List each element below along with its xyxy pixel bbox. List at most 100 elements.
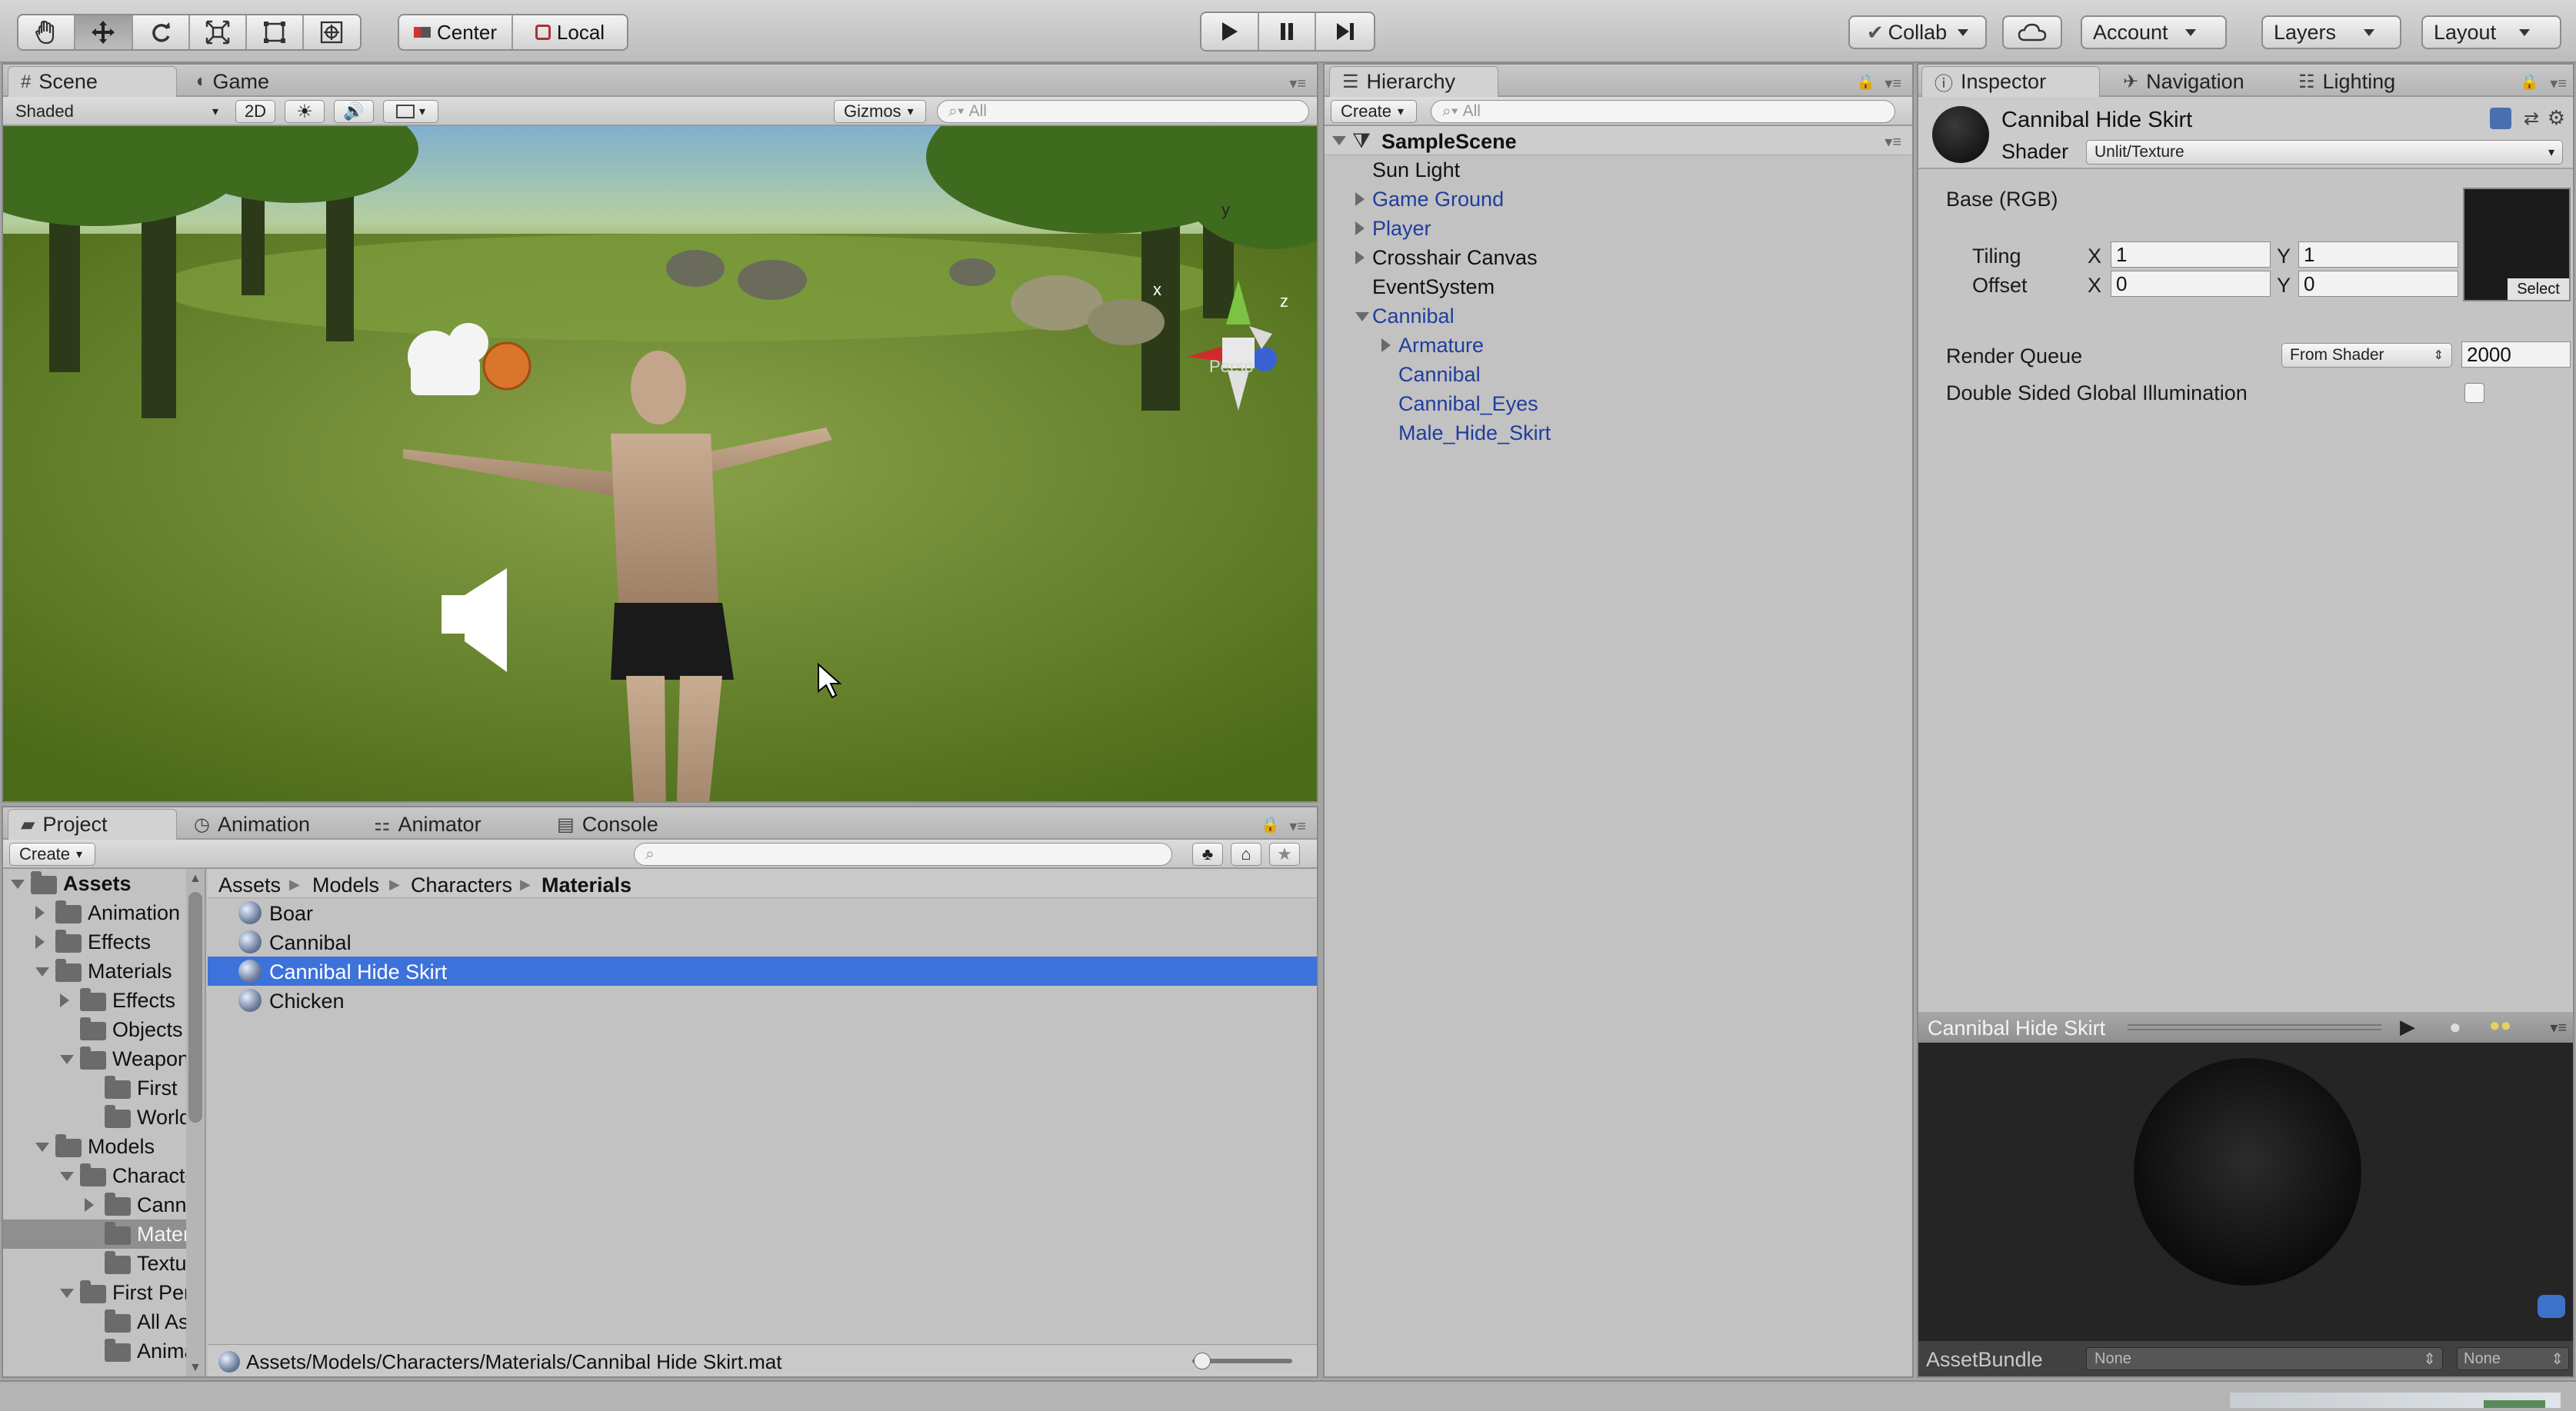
- breadcrumb-characters[interactable]: Characters: [411, 874, 512, 897]
- project-tree-item[interactable]: Effects: [3, 927, 186, 957]
- tab-console[interactable]: ▤ Console: [545, 809, 721, 840]
- scale-tool-icon[interactable]: [190, 15, 248, 49]
- layout-dropdown[interactable]: Layout: [2421, 15, 2561, 49]
- offset-y-field[interactable]: 0: [2298, 271, 2458, 297]
- texture-slot[interactable]: Select: [2463, 188, 2571, 301]
- project-tree-item[interactable]: Objects: [3, 1015, 186, 1044]
- scene-expand-arrow[interactable]: [1332, 136, 1346, 145]
- account-dropdown[interactable]: Account: [2081, 15, 2227, 49]
- project-tree-item[interactable]: Models: [3, 1132, 186, 1161]
- tree-scroll-down-icon[interactable]: ▼: [189, 1361, 202, 1375]
- favorites-button[interactable]: ★: [1269, 843, 1300, 866]
- transform-tool-icon[interactable]: [304, 15, 360, 49]
- hierarchy-row[interactable]: EventSystem: [1325, 272, 1912, 301]
- hierarchy-lock-icon[interactable]: 🔒: [1856, 72, 1875, 92]
- rotate-tool-icon[interactable]: [133, 15, 190, 49]
- texture-select-button[interactable]: Select: [2508, 278, 2569, 300]
- icon-size-slider-thumb[interactable]: [1194, 1353, 1211, 1369]
- scene-options-icon[interactable]: ▾≡: [1885, 132, 1901, 151]
- cloud-button[interactable]: [2002, 15, 2062, 49]
- hierarchy-row[interactable]: Male_Hide_Skirt: [1325, 418, 1912, 448]
- project-search-input[interactable]: ⌕: [634, 843, 1172, 866]
- gizmos-dropdown[interactable]: Gizmos ▾: [834, 100, 926, 123]
- tree-scrollbar[interactable]: ▲ ▼: [186, 869, 205, 1376]
- assetbundle-name-dropdown[interactable]: None ⇕: [2086, 1347, 2443, 1370]
- scene-panel-menu-icon[interactable]: ▾≡: [1289, 74, 1306, 93]
- tiling-y-field[interactable]: 1: [2298, 241, 2458, 268]
- expand-arrow-icon[interactable]: [35, 906, 45, 920]
- hierarchy-create-dropdown[interactable]: Create ▾: [1331, 100, 1417, 123]
- expand-arrow-icon[interactable]: [35, 967, 49, 977]
- shader-dropdown[interactable]: Unlit/Texture ▾: [2086, 140, 2563, 165]
- asset-label-tag-icon[interactable]: [2538, 1295, 2565, 1318]
- preview-menu-icon[interactable]: ▾≡: [2550, 1018, 2567, 1037]
- render-queue-mode-dropdown[interactable]: From Shader ⇕: [2281, 343, 2452, 368]
- project-lock-icon[interactable]: 🔒: [1261, 815, 1280, 834]
- hierarchy-row[interactable]: Cannibal_Eyes: [1325, 389, 1912, 418]
- scene-effects-dropdown[interactable]: ▾: [383, 100, 438, 123]
- hierarchy-row[interactable]: Game Ground: [1325, 185, 1912, 214]
- hierarchy-row[interactable]: Cannibal: [1325, 360, 1912, 389]
- project-tree-item[interactable]: First: [3, 1073, 186, 1103]
- material-preset-icon[interactable]: ⇄: [2524, 108, 2539, 130]
- hierarchy-search-input[interactable]: ⌕▾ All: [1431, 100, 1895, 123]
- tab-lighting[interactable]: ☷ Lighting: [2286, 66, 2440, 97]
- project-tree-item[interactable]: Animations: [3, 1336, 186, 1366]
- material-preview-area[interactable]: [1918, 1043, 2573, 1341]
- play-button[interactable]: [1201, 13, 1259, 50]
- preview-sphere-icon[interactable]: ●: [2449, 1015, 2461, 1039]
- inspector-lock-icon[interactable]: 🔒: [2520, 72, 2539, 92]
- project-tree-item[interactable]: Animation: [3, 898, 186, 927]
- project-tree-item[interactable]: First Person: [3, 1278, 186, 1307]
- scene-search-input[interactable]: ⌕▾ All: [937, 100, 1309, 123]
- project-tree-item[interactable]: Assets: [3, 869, 186, 898]
- hierarchy-menu-icon[interactable]: ▾≡: [1885, 74, 1901, 93]
- project-file-item[interactable]: Boar: [208, 898, 1317, 927]
- pause-button[interactable]: [1259, 13, 1317, 50]
- project-tree-item[interactable]: Materials: [3, 1220, 186, 1249]
- scene-header-row[interactable]: ⧩ SampleScene ▾≡: [1325, 126, 1912, 155]
- project-create-dropdown[interactable]: Create ▾: [9, 843, 95, 866]
- scene-lighting-toggle[interactable]: ☀: [285, 100, 325, 123]
- material-gear-icon[interactable]: ⚙: [2548, 106, 2565, 130]
- breadcrumb-materials[interactable]: Materials: [542, 874, 632, 897]
- search-by-label-button[interactable]: ⌂: [1231, 843, 1261, 866]
- preview-light-icon[interactable]: ●●: [2489, 1015, 2511, 1037]
- material-book-icon[interactable]: [2490, 108, 2511, 129]
- tree-scroll-up-icon[interactable]: ▲: [189, 872, 202, 886]
- hierarchy-row[interactable]: Sun Light: [1325, 155, 1912, 185]
- project-tree-item[interactable]: Effects: [3, 986, 186, 1015]
- hierarchy-row[interactable]: Player: [1325, 214, 1912, 243]
- expand-arrow-icon[interactable]: [1355, 192, 1365, 206]
- pivot-center-button[interactable]: Center: [399, 15, 514, 49]
- assetbundle-variant-dropdown[interactable]: None ⇕: [2457, 1347, 2569, 1370]
- scene-viewport[interactable]: y x z Persp: [3, 126, 1317, 801]
- project-tree-item[interactable]: Weapons: [3, 1044, 186, 1073]
- double-sided-gi-checkbox[interactable]: [2464, 383, 2484, 403]
- tab-inspector[interactable]: ⓘ Inspector: [1921, 66, 2100, 97]
- tab-animation[interactable]: ◷ Animation: [182, 809, 358, 840]
- move-tool-icon[interactable]: [75, 15, 133, 49]
- expand-arrow-icon[interactable]: [11, 880, 25, 889]
- expand-arrow-icon[interactable]: [35, 935, 45, 949]
- hierarchy-row[interactable]: Cannibal: [1325, 301, 1912, 331]
- breadcrumb-models[interactable]: Models: [312, 874, 379, 897]
- tree-scroll-thumb[interactable]: [188, 892, 202, 1123]
- pivot-local-button[interactable]: Local: [513, 15, 627, 49]
- collab-dropdown[interactable]: ✔ Collab: [1848, 15, 1987, 49]
- search-by-type-button[interactable]: ♣: [1192, 843, 1223, 866]
- expand-arrow-icon[interactable]: [60, 1172, 74, 1181]
- hand-tool-icon[interactable]: [18, 15, 76, 49]
- layers-dropdown[interactable]: Layers: [2261, 15, 2401, 49]
- project-file-item[interactable]: Cannibal: [208, 927, 1317, 957]
- tab-project[interactable]: ▰ Project: [8, 809, 177, 840]
- scene-audio-toggle[interactable]: 🔊: [334, 100, 374, 123]
- project-tree-item[interactable]: World: [3, 1103, 186, 1132]
- breadcrumb-assets[interactable]: Assets: [218, 874, 281, 897]
- project-tree-item[interactable]: Characters: [3, 1161, 186, 1190]
- project-tree-item[interactable]: Textures: [3, 1249, 186, 1278]
- expand-arrow-icon[interactable]: [60, 993, 69, 1007]
- expand-arrow-icon[interactable]: [1355, 221, 1365, 235]
- rect-tool-icon[interactable]: [247, 15, 304, 49]
- step-button[interactable]: [1316, 13, 1374, 50]
